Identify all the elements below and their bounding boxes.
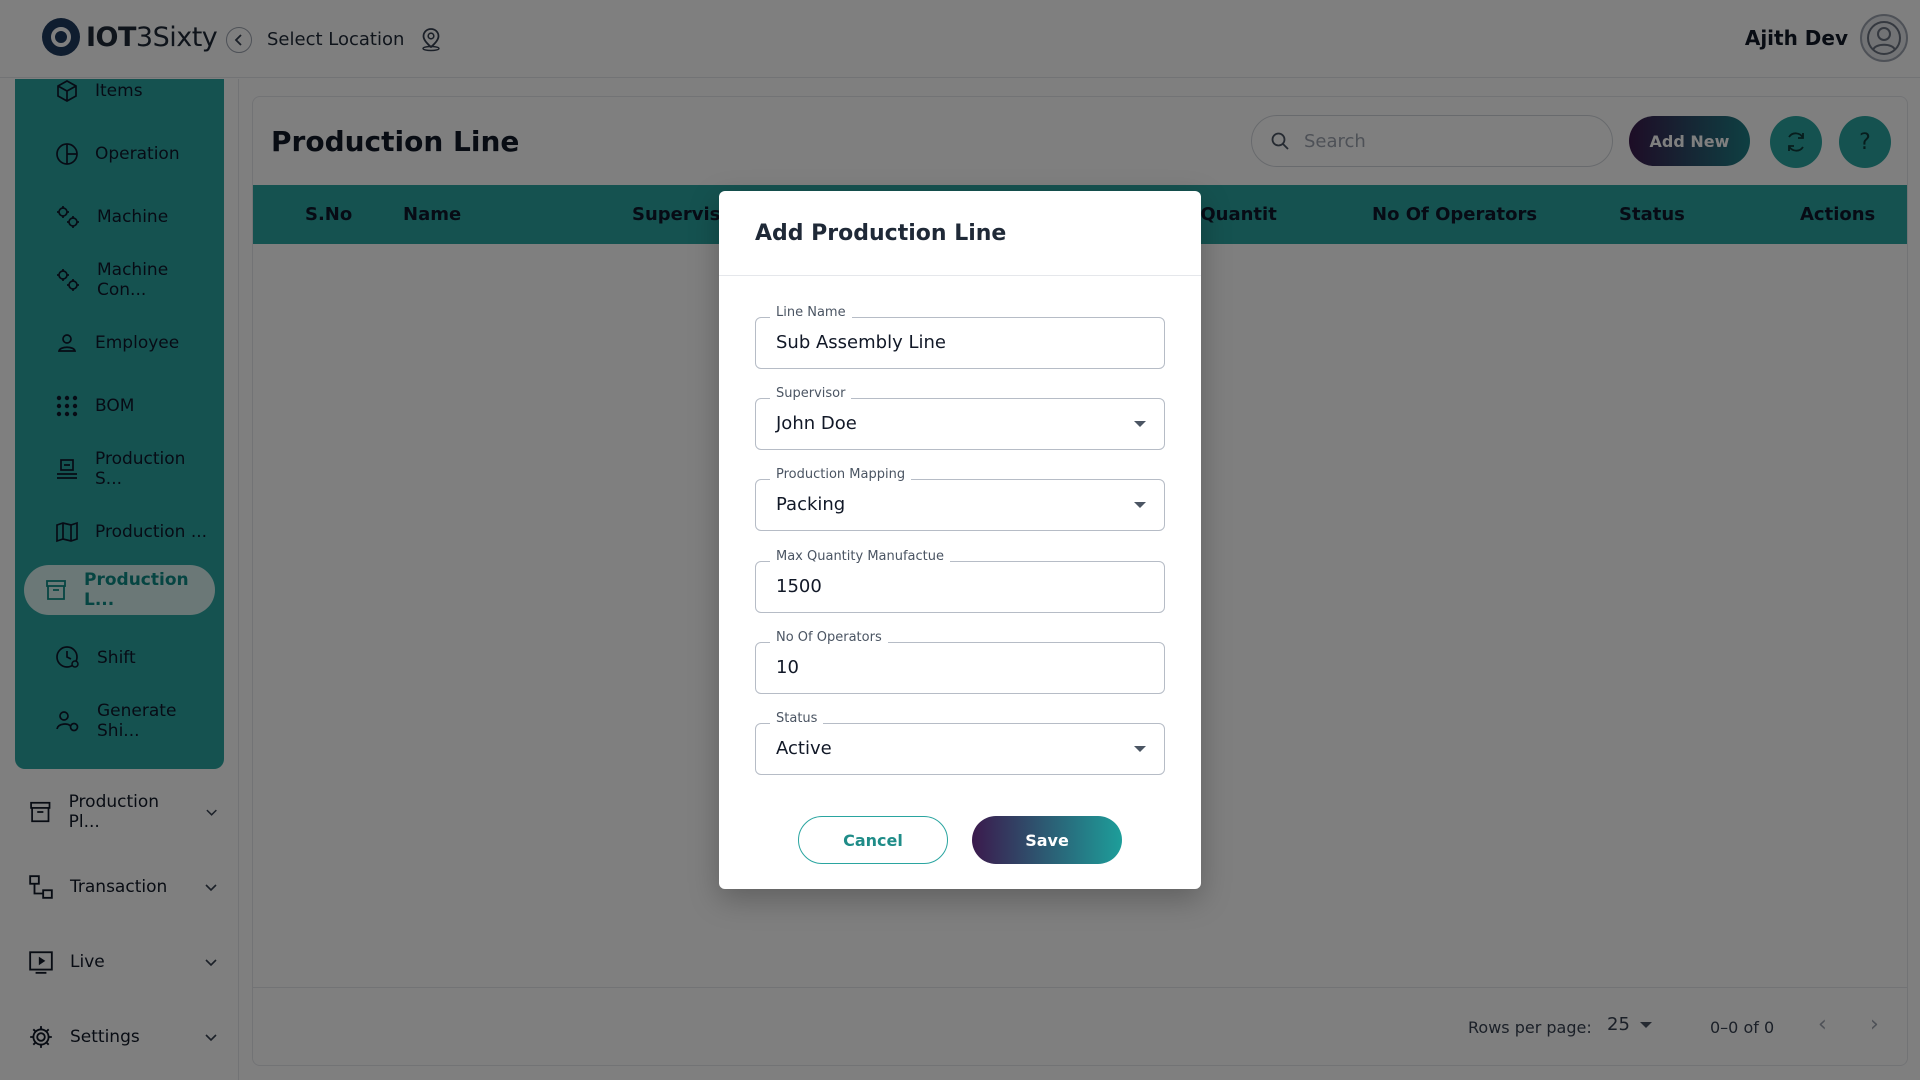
status-label: Status (770, 711, 824, 726)
operators-label: No Of Operators (770, 630, 888, 645)
max-quantity-label: Max Quantity Manufactue (770, 549, 951, 564)
line-name-field[interactable]: Line Name Sub Assembly Line (755, 305, 1165, 369)
line-name-value: Sub Assembly Line (776, 332, 946, 353)
caret-down-icon (1134, 502, 1146, 508)
max-quantity-value: 1500 (776, 576, 822, 597)
operators-field[interactable]: No Of Operators 10 (755, 630, 1165, 694)
production-mapping-select[interactable]: Production Mapping Packing (755, 467, 1165, 531)
save-button[interactable]: Save (972, 816, 1122, 864)
status-select[interactable]: Status Active (755, 711, 1165, 775)
status-value: Active (776, 738, 832, 759)
caret-down-icon (1134, 421, 1146, 427)
divider (719, 275, 1201, 276)
caret-down-icon (1134, 746, 1146, 752)
supervisor-value: John Doe (776, 413, 857, 434)
operators-value: 10 (776, 657, 799, 678)
production-mapping-label: Production Mapping (770, 467, 912, 482)
max-quantity-field[interactable]: Max Quantity Manufactue 1500 (755, 549, 1165, 613)
supervisor-label: Supervisor (770, 386, 852, 401)
production-mapping-value: Packing (776, 494, 846, 515)
dialog-title: Add Production Line (755, 221, 1007, 246)
line-name-label: Line Name (770, 305, 852, 320)
add-production-line-dialog: Add Production Line Line Name Sub Assemb… (719, 191, 1201, 889)
cancel-button[interactable]: Cancel (798, 816, 948, 864)
supervisor-select[interactable]: Supervisor John Doe (755, 386, 1165, 450)
